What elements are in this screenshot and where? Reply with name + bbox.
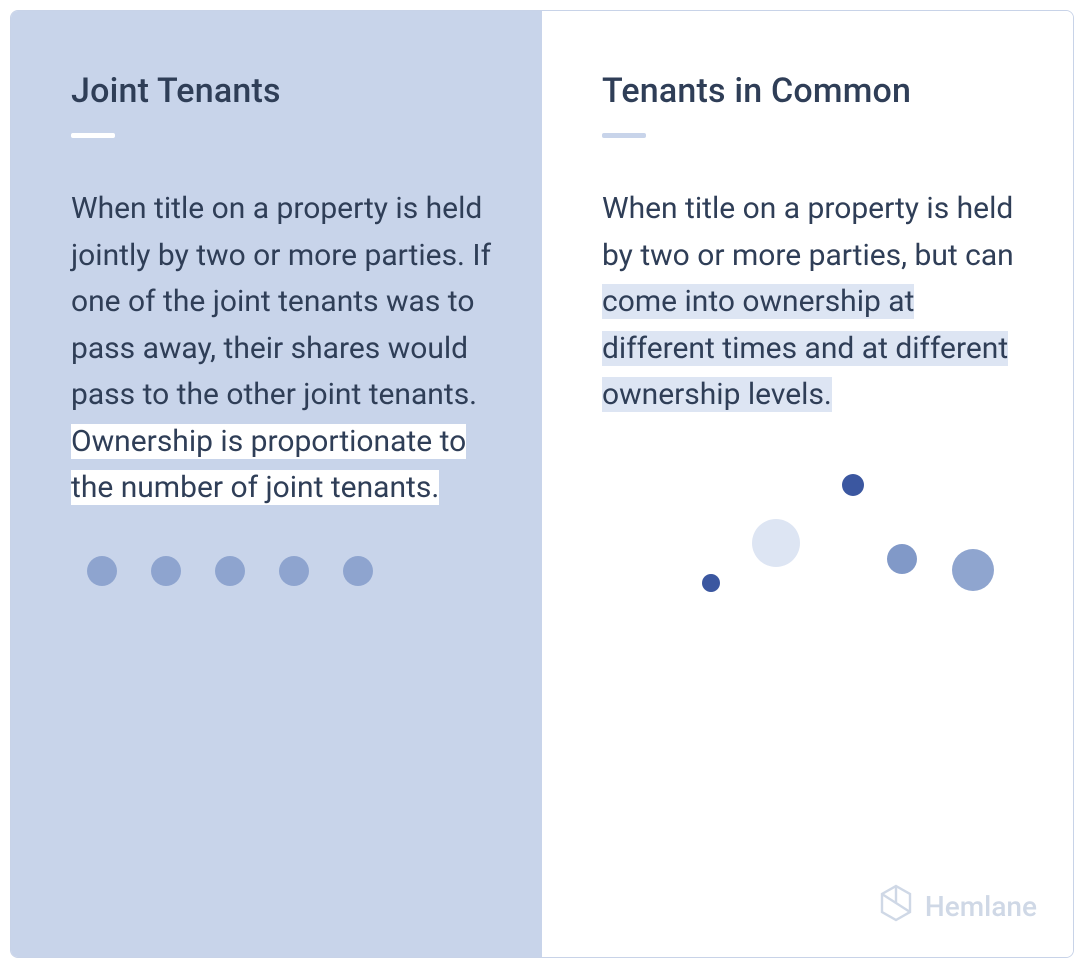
heading-left: Joint Tenants xyxy=(71,71,494,111)
body-right: When title on a property is held by two … xyxy=(602,186,1025,419)
panel-joint-tenants: Joint Tenants When title on a property i… xyxy=(11,11,542,957)
body-left-highlight: Ownership is proportionate to the number… xyxy=(71,424,466,506)
body-left: When title on a property is held jointly… xyxy=(71,186,494,512)
ownership-dot-icon xyxy=(279,556,309,586)
ownership-dot-icon xyxy=(842,474,864,496)
divider-left xyxy=(71,133,115,138)
divider-right xyxy=(602,133,646,138)
brand-logo: Hemlane xyxy=(879,884,1037,929)
ownership-dot-icon xyxy=(87,556,117,586)
brand-name: Hemlane xyxy=(925,890,1037,923)
varied-ownership-dots xyxy=(602,449,1025,629)
equal-ownership-dots xyxy=(71,556,494,586)
body-right-plain: When title on a property is held by two … xyxy=(602,191,1014,273)
body-left-plain: When title on a property is held jointly… xyxy=(71,191,491,412)
ownership-dot-icon xyxy=(215,556,245,586)
body-right-highlight: come into ownership at different times a… xyxy=(602,284,1008,412)
ownership-dot-icon xyxy=(702,574,720,592)
panel-tenants-in-common: Tenants in Common When title on a proper… xyxy=(542,11,1073,957)
hemlane-icon xyxy=(879,884,913,929)
ownership-dot-icon xyxy=(752,519,800,567)
comparison-card: Joint Tenants When title on a property i… xyxy=(10,10,1074,958)
heading-right: Tenants in Common xyxy=(602,71,1025,111)
ownership-dot-icon xyxy=(151,556,181,586)
ownership-dot-icon xyxy=(887,544,917,574)
ownership-dot-icon xyxy=(343,556,373,586)
ownership-dot-icon xyxy=(952,549,994,591)
